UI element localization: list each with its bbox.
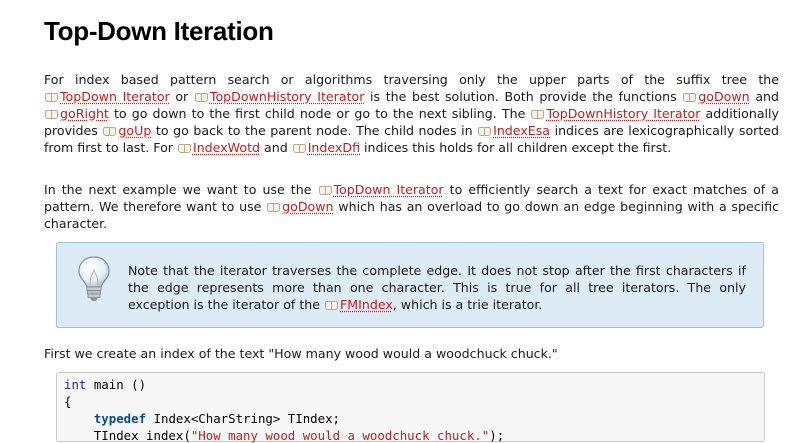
book-icon xyxy=(318,185,332,195)
book-icon xyxy=(682,92,697,102)
paragraph-example: In the next example we want to use the T… xyxy=(44,182,780,231)
lightbulb-icon xyxy=(78,256,110,301)
code-line: { xyxy=(64,394,72,409)
link-topdownhistory-iterator[interactable]: TopDownHistory Iterator xyxy=(530,106,700,121)
book-icon xyxy=(477,126,492,136)
link-indexdfi[interactable]: IndexDfi xyxy=(292,140,360,155)
link-indexesa[interactable]: IndexEsa xyxy=(477,123,550,138)
link-fmindex[interactable]: FMIndex xyxy=(324,297,393,312)
link-goright[interactable]: goRight xyxy=(44,106,109,121)
book-icon xyxy=(324,300,339,310)
link-indexwotd[interactable]: IndexWotd xyxy=(177,140,260,155)
code-line: TIndex index("How many wood would a wood… xyxy=(64,428,505,443)
book-icon xyxy=(177,143,191,153)
book-icon xyxy=(44,109,58,119)
book-icon xyxy=(292,143,306,153)
link-topdown-iterator[interactable]: TopDown Iterator xyxy=(44,89,170,104)
link-topdownhistory-iterator[interactable]: TopDownHistory Iterator xyxy=(194,89,364,104)
paragraph-intro: For index based pattern search or algori… xyxy=(44,72,780,155)
link-godown[interactable]: goDown xyxy=(682,89,750,104)
note-box: Note that the iterator traverses the com… xyxy=(56,242,764,328)
link-goup[interactable]: goUp xyxy=(102,123,151,138)
book-icon xyxy=(530,109,545,119)
note-text: Note that the iterator traverses the com… xyxy=(128,263,746,312)
link-topdown-iterator[interactable]: TopDown Iterator xyxy=(318,182,444,197)
link-godown[interactable]: goDown xyxy=(266,199,334,214)
page-title: Top-Down Iteration xyxy=(44,16,274,46)
book-icon xyxy=(102,126,117,136)
paragraph-index-intro: First we create an index of the text "Ho… xyxy=(44,346,558,361)
book-icon xyxy=(266,202,281,212)
code-block: int main () { typedef Index<CharString> T… xyxy=(56,372,765,443)
book-icon xyxy=(44,92,58,102)
book-icon xyxy=(194,92,208,102)
code-line: int main () xyxy=(64,377,147,392)
code-line: typedef Index<CharString> TIndex; xyxy=(93,411,341,426)
